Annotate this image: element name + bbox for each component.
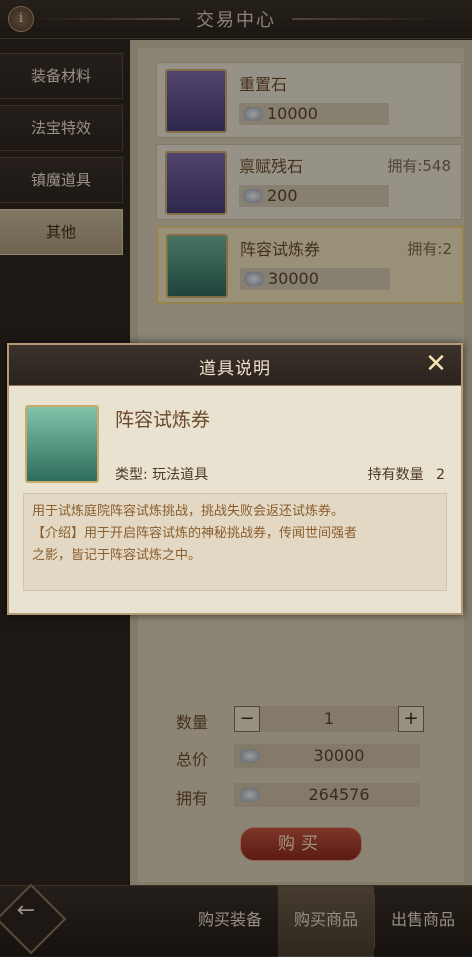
dialog-item-name: 阵容试炼券 [115,409,211,431]
item-info-dialog: 道具说明 ✕ 阵容试炼券 类型: 玩法道具 持有数量 2 用于试炼庭院阵容试炼挑… [7,343,463,615]
description-line: 【介绍】用于开启阵容试炼的神秘挑战券，传闻世间强者 [32,526,358,541]
dialog-title: 道具说明 [199,359,271,379]
description-line: 用于试炼庭院阵容试炼挑战，挑战失败会返还试炼券。 [32,504,345,519]
dialog-header: 道具说明 ✕ [9,345,461,386]
ticket-icon [25,405,99,483]
close-icon[interactable]: ✕ [421,349,451,379]
dialog-description: 用于试炼庭院阵容试炼挑战，挑战失败会返还试炼券。 【介绍】用于开启阵容试炼的神秘… [23,493,447,591]
hold-label: 持有数量 [367,467,424,483]
dialog-item-type: 类型: 玩法道具 [115,467,209,483]
dialog-hold-count: 持有数量 2 [368,464,445,484]
hold-value: 2 [436,467,445,483]
description-line: 之影，皆记于阵容试炼之中。 [32,548,202,563]
